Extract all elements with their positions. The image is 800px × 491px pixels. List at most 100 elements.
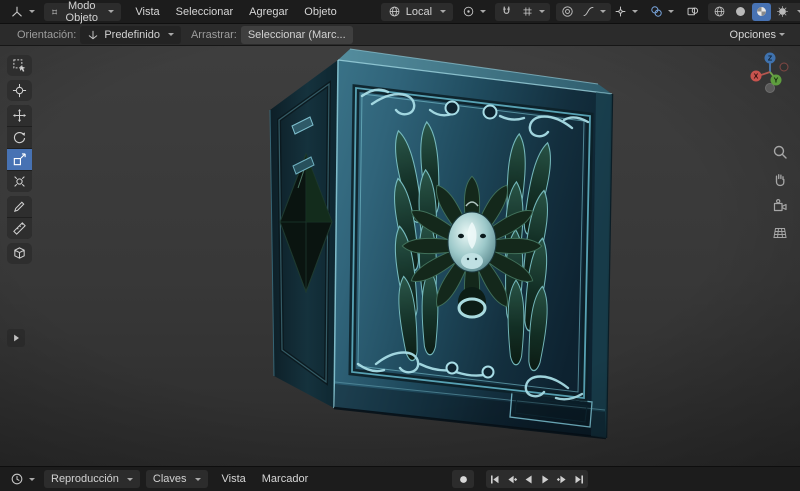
orientation-preset-value: Predefinido xyxy=(104,28,160,41)
playback-label: Reproducción xyxy=(51,473,119,485)
chevron-down-icon xyxy=(779,33,785,36)
record-button[interactable] xyxy=(452,470,474,488)
clock-icon xyxy=(11,473,23,485)
snap-toggle[interactable] xyxy=(497,3,516,21)
proportional-falloff-dropdown[interactable] xyxy=(579,3,609,21)
drag-action-dropdown[interactable]: Seleccionar (Marc... xyxy=(240,25,353,44)
tool-select-box[interactable] xyxy=(7,55,32,76)
magnet-icon xyxy=(503,6,510,14)
snap-group xyxy=(495,2,551,21)
pivot-point-icon xyxy=(463,6,474,17)
rendered-sphere-icon xyxy=(777,6,788,17)
magnifier-icon xyxy=(773,145,787,159)
tool-scale[interactable] xyxy=(7,149,32,170)
tool-transform[interactable] xyxy=(7,171,32,192)
orientation-globe-icon xyxy=(389,6,400,17)
show-gizmo-dropdown[interactable] xyxy=(611,3,641,21)
next-keyframe-button[interactable] xyxy=(554,470,571,488)
chevron-down-icon xyxy=(480,10,487,13)
keys-dropdown[interactable]: Claves xyxy=(145,470,208,488)
menu-seleccionar[interactable]: Seleccionar xyxy=(168,2,241,22)
chevron-down-icon xyxy=(29,477,35,481)
scale-icon xyxy=(13,153,26,166)
orientation-value: Local xyxy=(405,5,433,18)
timeline-menu-vista[interactable]: Vista xyxy=(214,469,254,489)
previous-keyframe-button[interactable] xyxy=(503,470,520,488)
tool-group-add xyxy=(7,243,32,264)
tool-measure[interactable] xyxy=(7,218,32,239)
shading-rendered-button[interactable] xyxy=(773,3,792,21)
tool-rotate[interactable] xyxy=(7,127,32,148)
options-dropdown[interactable]: Opciones xyxy=(722,25,793,45)
annotate-pen-icon xyxy=(13,201,25,213)
gizmo-x-label: X xyxy=(754,74,759,81)
timeline-menu-marcador[interactable]: Marcador xyxy=(254,469,316,489)
camera-icon xyxy=(773,199,787,212)
playback-dropdown[interactable]: Reproducción xyxy=(44,470,140,488)
tool-annotate[interactable] xyxy=(7,196,32,217)
gizmo-icon xyxy=(615,6,626,17)
pivot-point-dropdown[interactable] xyxy=(459,3,489,21)
expand-arrow-icon xyxy=(14,334,19,342)
show-overlays-dropdown[interactable] xyxy=(647,3,677,21)
menu-vista[interactable]: Vista xyxy=(127,2,167,22)
snap-settings-dropdown[interactable] xyxy=(518,3,548,21)
chevron-down-icon xyxy=(539,10,546,13)
timeline-editor-type-button[interactable] xyxy=(7,470,38,488)
perspective-grid-icon xyxy=(773,228,787,238)
jump-start-icon xyxy=(491,475,499,483)
record-icon xyxy=(459,475,467,483)
chevron-down-icon xyxy=(167,33,174,36)
playback-controls xyxy=(452,470,588,488)
object-mode-icon xyxy=(52,9,57,14)
zoom-button[interactable] xyxy=(772,144,788,160)
solid-sphere-icon xyxy=(736,7,745,16)
tool-cursor[interactable] xyxy=(7,80,32,101)
mode-dropdown[interactable]: Modo Objeto xyxy=(44,0,122,24)
tool-add-cube[interactable] xyxy=(7,243,32,264)
drag-action-value: Seleccionar (Marc... xyxy=(247,28,346,41)
play-reverse-icon xyxy=(525,475,532,483)
editor-type-button[interactable] xyxy=(7,3,38,21)
camera-view-button[interactable] xyxy=(772,198,788,214)
drag-label: Arrastrar: xyxy=(190,28,237,41)
shading-solid-button[interactable] xyxy=(731,3,750,21)
move-icon xyxy=(12,108,27,123)
prev-keyframe-icon xyxy=(508,475,518,483)
tool-group-select xyxy=(7,55,32,76)
jump-to-start-button[interactable] xyxy=(486,470,503,488)
select-box-icon xyxy=(13,59,26,72)
shading-material-button[interactable] xyxy=(752,2,772,21)
jump-to-end-button[interactable] xyxy=(571,470,588,488)
chevron-down-icon xyxy=(440,10,447,13)
tool-move[interactable] xyxy=(7,105,32,126)
pan-hand-button[interactable] xyxy=(772,171,788,187)
tool-settings-bar: Orientación: Predefinido Arrastrar: Sele… xyxy=(0,24,800,46)
play-reverse-button[interactable] xyxy=(520,470,537,488)
menu-agregar[interactable]: Agregar xyxy=(241,2,296,22)
jump-end-icon xyxy=(575,475,583,483)
mode-label: Modo Objeto xyxy=(65,0,98,24)
cursor-icon xyxy=(12,83,27,98)
keys-label: Claves xyxy=(152,473,187,485)
xray-toggle[interactable] xyxy=(683,3,702,21)
shading-wireframe-button[interactable] xyxy=(710,3,729,21)
orientation-preset-dropdown[interactable]: Predefinido xyxy=(80,25,181,44)
collapsed-panel-button[interactable] xyxy=(7,329,25,347)
proportional-edit-toggle[interactable] xyxy=(558,3,577,21)
gizmo-negative-z[interactable] xyxy=(765,83,775,93)
proportional-edit-group xyxy=(556,2,612,21)
3d-viewport[interactable]: Z X Y xyxy=(0,46,800,466)
transform-orientation-dropdown[interactable]: Local xyxy=(380,2,454,21)
play-button[interactable] xyxy=(537,470,554,488)
viewport-toolbar xyxy=(7,55,32,264)
gizmo-negative-x[interactable] xyxy=(779,62,789,72)
chevron-down-icon xyxy=(194,477,201,481)
tool-group-cursor xyxy=(7,80,32,101)
menu-objeto[interactable]: Objeto xyxy=(296,2,344,22)
chevron-down-icon xyxy=(29,10,35,13)
axes-icon xyxy=(89,30,98,39)
navigation-gizmo[interactable]: Z X Y xyxy=(748,50,792,97)
options-label: Opciones xyxy=(729,28,776,41)
toggle-perspective-button[interactable] xyxy=(772,225,788,241)
